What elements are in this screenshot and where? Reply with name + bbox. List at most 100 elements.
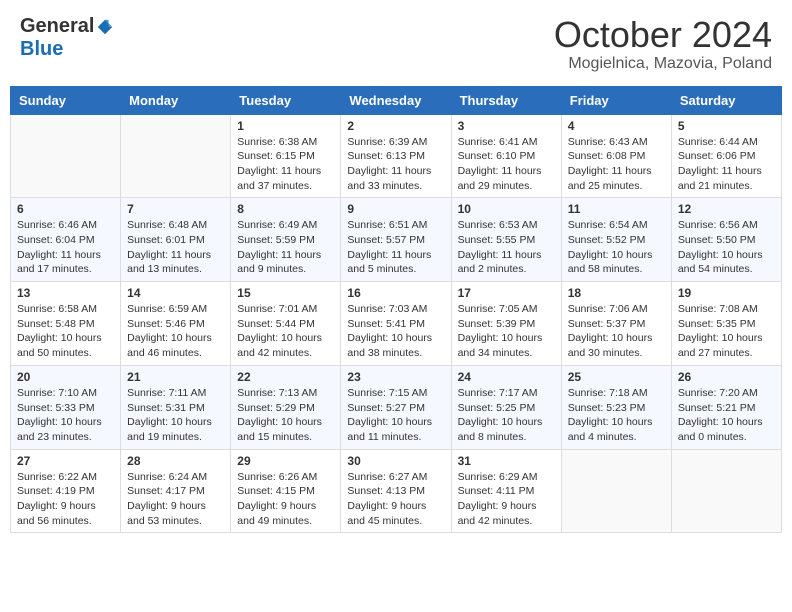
day-info: Sunrise: 6:58 AMSunset: 5:48 PMDaylight:… bbox=[17, 302, 114, 361]
calendar-day-cell: 3 Sunrise: 6:41 AMSunset: 6:10 PMDaylight… bbox=[451, 114, 561, 198]
calendar-day-header: Sunday bbox=[11, 86, 121, 114]
day-number: 7 bbox=[127, 202, 224, 216]
day-info: Sunrise: 6:43 AMSunset: 6:08 PMDaylight:… bbox=[568, 135, 665, 194]
calendar-day-cell: 2 Sunrise: 6:39 AMSunset: 6:13 PMDaylight… bbox=[341, 114, 451, 198]
day-info: Sunrise: 6:41 AMSunset: 6:10 PMDaylight:… bbox=[458, 135, 555, 194]
day-number: 25 bbox=[568, 370, 665, 384]
calendar-header-row: SundayMondayTuesdayWednesdayThursdayFrid… bbox=[11, 86, 782, 114]
page-header: General Blue October 2024 Mogielnica, Ma… bbox=[10, 10, 782, 78]
day-number: 18 bbox=[568, 286, 665, 300]
day-number: 14 bbox=[127, 286, 224, 300]
calendar-week-row: 13 Sunrise: 6:58 AMSunset: 5:48 PMDayligh… bbox=[11, 282, 782, 366]
calendar-day-cell: 8 Sunrise: 6:49 AMSunset: 5:59 PMDaylight… bbox=[231, 198, 341, 282]
calendar-day-cell: 10Sunrise: 6:53 AMSunset: 5:55 PMDayligh… bbox=[451, 198, 561, 282]
day-number: 17 bbox=[458, 286, 555, 300]
calendar-day-cell: 26Sunrise: 7:20 AMSunset: 5:21 PMDayligh… bbox=[671, 365, 781, 449]
day-number: 15 bbox=[237, 286, 334, 300]
title-block: October 2024 Mogielnica, Mazovia, Poland bbox=[554, 15, 772, 73]
day-number: 31 bbox=[458, 454, 555, 468]
day-info: Sunrise: 6:44 AMSunset: 6:06 PMDaylight:… bbox=[678, 135, 775, 194]
day-number: 21 bbox=[127, 370, 224, 384]
day-info: Sunrise: 6:26 AMSunset: 4:15 PMDaylight:… bbox=[237, 470, 334, 529]
calendar-day-cell: 1 Sunrise: 6:38 AMSunset: 6:15 PMDaylight… bbox=[231, 114, 341, 198]
calendar-day-cell bbox=[11, 114, 121, 198]
day-info: Sunrise: 7:11 AMSunset: 5:31 PMDaylight:… bbox=[127, 386, 224, 445]
calendar-day-cell: 19 Sunrise: 7:08 AMSunset: 5:35 PMDayligh… bbox=[671, 282, 781, 366]
day-info: Sunrise: 7:01 AMSunset: 5:44 PMDaylight:… bbox=[237, 302, 334, 361]
day-number: 30 bbox=[347, 454, 444, 468]
day-number: 6 bbox=[17, 202, 114, 216]
day-number: 1 bbox=[237, 119, 334, 133]
month-title: October 2024 bbox=[554, 15, 772, 55]
calendar-day-cell: 22Sunrise: 7:13 AMSunset: 5:29 PMDayligh… bbox=[231, 365, 341, 449]
day-info: Sunrise: 6:53 AMSunset: 5:55 PMDaylight:… bbox=[458, 218, 555, 277]
day-info: Sunrise: 6:29 AMSunset: 4:11 PMDaylight:… bbox=[458, 470, 555, 529]
day-info: Sunrise: 6:39 AMSunset: 6:13 PMDaylight:… bbox=[347, 135, 444, 194]
day-number: 13 bbox=[17, 286, 114, 300]
day-number: 22 bbox=[237, 370, 334, 384]
calendar-day-cell: 11 Sunrise: 6:54 AMSunset: 5:52 PMDayligh… bbox=[561, 198, 671, 282]
day-number: 29 bbox=[237, 454, 334, 468]
day-number: 3 bbox=[458, 119, 555, 133]
calendar-day-cell: 17Sunrise: 7:05 AMSunset: 5:39 PMDayligh… bbox=[451, 282, 561, 366]
day-number: 2 bbox=[347, 119, 444, 133]
day-info: Sunrise: 6:22 AMSunset: 4:19 PMDaylight:… bbox=[17, 470, 114, 529]
day-number: 16 bbox=[347, 286, 444, 300]
day-info: Sunrise: 7:15 AMSunset: 5:27 PMDaylight:… bbox=[347, 386, 444, 445]
calendar-day-header: Friday bbox=[561, 86, 671, 114]
calendar-day-cell: 14 Sunrise: 6:59 AMSunset: 5:46 PMDayligh… bbox=[121, 282, 231, 366]
day-info: Sunrise: 6:38 AMSunset: 6:15 PMDaylight:… bbox=[237, 135, 334, 194]
logo-general-text: General bbox=[20, 15, 94, 38]
day-info: Sunrise: 6:48 AMSunset: 6:01 PMDaylight:… bbox=[127, 218, 224, 277]
calendar-day-cell: 23 Sunrise: 7:15 AMSunset: 5:27 PMDayligh… bbox=[341, 365, 451, 449]
calendar-day-cell: 18 Sunrise: 7:06 AMSunset: 5:37 PMDayligh… bbox=[561, 282, 671, 366]
day-info: Sunrise: 7:18 AMSunset: 5:23 PMDaylight:… bbox=[568, 386, 665, 445]
day-info: Sunrise: 6:59 AMSunset: 5:46 PMDaylight:… bbox=[127, 302, 224, 361]
day-info: Sunrise: 6:51 AMSunset: 5:57 PMDaylight:… bbox=[347, 218, 444, 277]
day-number: 27 bbox=[17, 454, 114, 468]
logo-blue-text: Blue bbox=[20, 38, 63, 61]
calendar-day-cell: 13 Sunrise: 6:58 AMSunset: 5:48 PMDayligh… bbox=[11, 282, 121, 366]
day-info: Sunrise: 6:54 AMSunset: 5:52 PMDaylight:… bbox=[568, 218, 665, 277]
day-info: Sunrise: 6:56 AMSunset: 5:50 PMDaylight:… bbox=[678, 218, 775, 277]
calendar-day-cell: 7 Sunrise: 6:48 AMSunset: 6:01 PMDaylight… bbox=[121, 198, 231, 282]
day-info: Sunrise: 7:10 AMSunset: 5:33 PMDaylight:… bbox=[17, 386, 114, 445]
calendar-day-header: Monday bbox=[121, 86, 231, 114]
calendar-day-cell: 12 Sunrise: 6:56 AMSunset: 5:50 PMDayligh… bbox=[671, 198, 781, 282]
calendar-day-cell bbox=[561, 449, 671, 533]
day-number: 24 bbox=[458, 370, 555, 384]
location-text: Mogielnica, Mazovia, Poland bbox=[554, 55, 772, 73]
day-info: Sunrise: 7:03 AMSunset: 5:41 PMDaylight:… bbox=[347, 302, 444, 361]
calendar-day-cell: 6Sunrise: 6:46 AMSunset: 6:04 PMDaylight… bbox=[11, 198, 121, 282]
day-number: 4 bbox=[568, 119, 665, 133]
day-number: 23 bbox=[347, 370, 444, 384]
calendar-day-header: Thursday bbox=[451, 86, 561, 114]
calendar-day-cell: 24 Sunrise: 7:17 AMSunset: 5:25 PMDayligh… bbox=[451, 365, 561, 449]
calendar-day-header: Tuesday bbox=[231, 86, 341, 114]
day-info: Sunrise: 6:24 AMSunset: 4:17 PMDaylight:… bbox=[127, 470, 224, 529]
calendar-day-cell: 29 Sunrise: 6:26 AMSunset: 4:15 PMDayligh… bbox=[231, 449, 341, 533]
calendar-day-header: Wednesday bbox=[341, 86, 451, 114]
calendar-table: SundayMondayTuesdayWednesdayThursdayFrid… bbox=[10, 86, 782, 534]
day-number: 26 bbox=[678, 370, 775, 384]
day-number: 12 bbox=[678, 202, 775, 216]
day-number: 9 bbox=[347, 202, 444, 216]
day-info: Sunrise: 7:17 AMSunset: 5:25 PMDaylight:… bbox=[458, 386, 555, 445]
logo: General Blue bbox=[20, 15, 114, 61]
day-info: Sunrise: 7:08 AMSunset: 5:35 PMDaylight:… bbox=[678, 302, 775, 361]
calendar-day-cell: 4 Sunrise: 6:43 AMSunset: 6:08 PMDaylight… bbox=[561, 114, 671, 198]
calendar-day-cell: 16 Sunrise: 7:03 AMSunset: 5:41 PMDayligh… bbox=[341, 282, 451, 366]
calendar-day-cell bbox=[121, 114, 231, 198]
day-number: 8 bbox=[237, 202, 334, 216]
logo-icon bbox=[96, 18, 114, 36]
day-info: Sunrise: 6:49 AMSunset: 5:59 PMDaylight:… bbox=[237, 218, 334, 277]
day-number: 11 bbox=[568, 202, 665, 216]
day-info: Sunrise: 7:06 AMSunset: 5:37 PMDaylight:… bbox=[568, 302, 665, 361]
calendar-day-cell: 5 Sunrise: 6:44 AMSunset: 6:06 PMDaylight… bbox=[671, 114, 781, 198]
calendar-day-cell: 25 Sunrise: 7:18 AMSunset: 5:23 PMDayligh… bbox=[561, 365, 671, 449]
day-number: 19 bbox=[678, 286, 775, 300]
day-number: 28 bbox=[127, 454, 224, 468]
day-info: Sunrise: 6:27 AMSunset: 4:13 PMDaylight:… bbox=[347, 470, 444, 529]
calendar-day-cell: 27 Sunrise: 6:22 AMSunset: 4:19 PMDayligh… bbox=[11, 449, 121, 533]
day-number: 5 bbox=[678, 119, 775, 133]
